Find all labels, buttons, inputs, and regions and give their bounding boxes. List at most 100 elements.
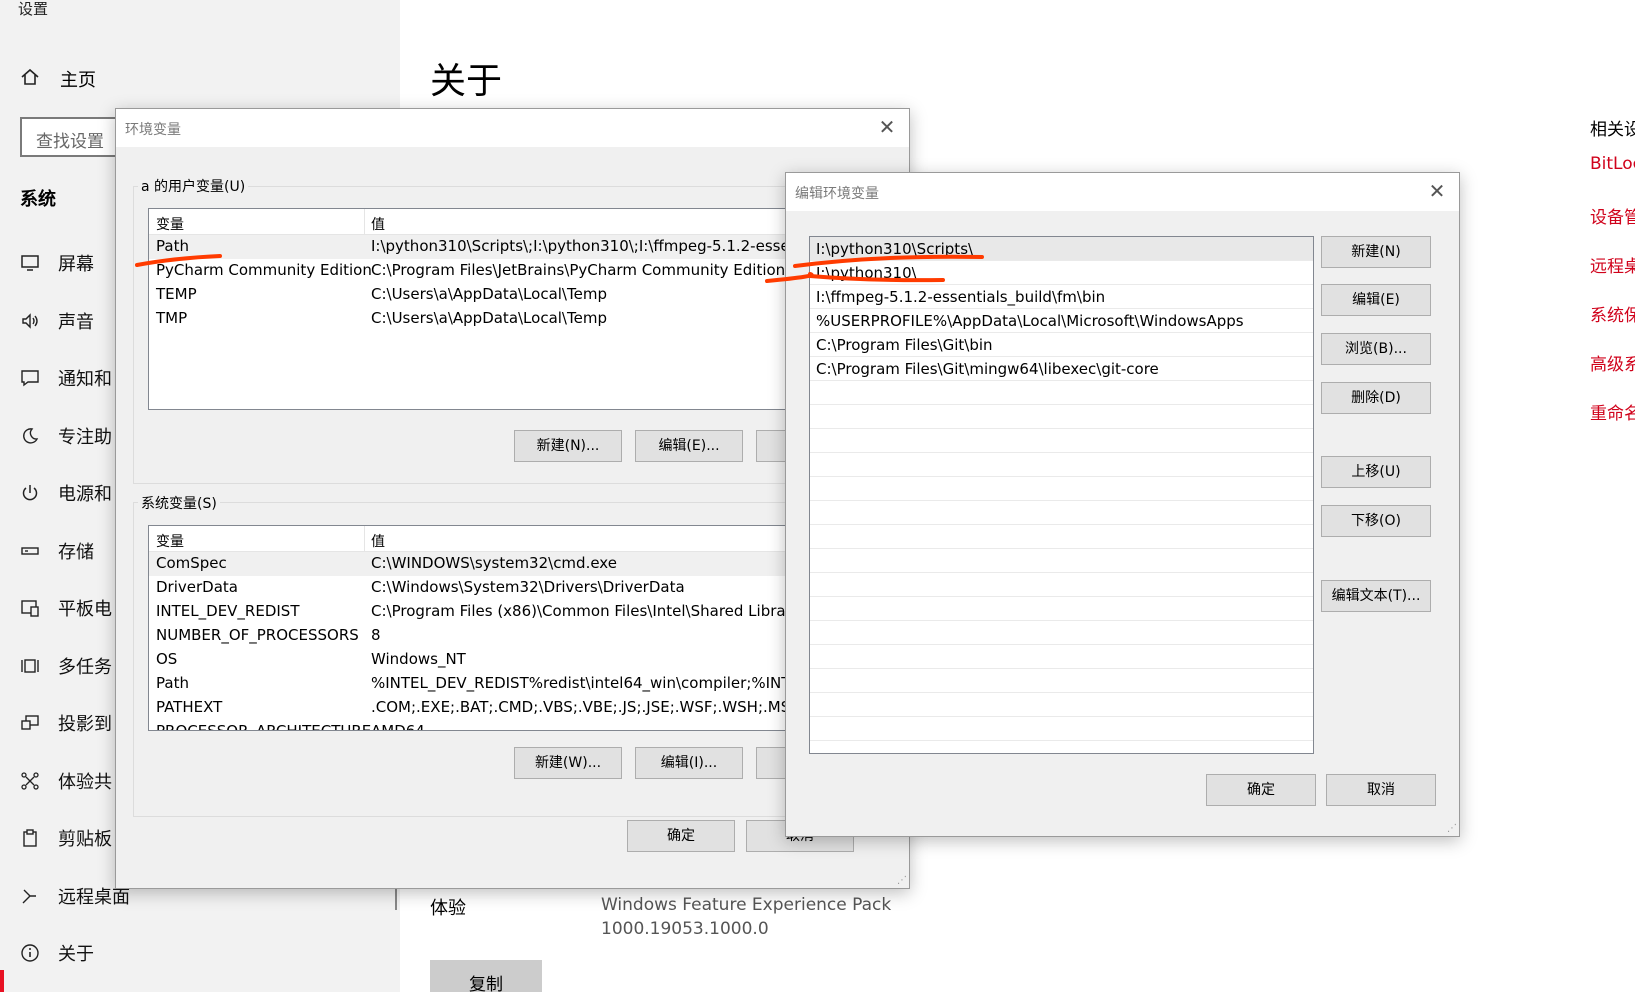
close-icon[interactable]: ✕: [1425, 179, 1449, 203]
path-edit-button[interactable]: 编辑(E): [1321, 284, 1431, 316]
resize-grip-icon[interactable]: ⋰: [1447, 823, 1457, 834]
var-name: DriverData: [156, 578, 238, 596]
var-value: 8: [371, 626, 381, 644]
col-value[interactable]: 值: [371, 214, 385, 234]
list-item[interactable]: I:\python310\: [810, 261, 1313, 285]
sidebar-item[interactable]: 多任务: [18, 653, 112, 679]
list-item[interactable]: I:\python310\Scripts\: [810, 237, 1313, 261]
col-variable[interactable]: 变量: [156, 531, 184, 551]
sidebar-item[interactable]: 专注助: [18, 423, 112, 449]
var-value: C:\Program Files (x86)\Common Files\Inte…: [371, 602, 796, 620]
experience-value-line1: Windows Feature Experience Pack: [601, 895, 892, 915]
system-edit-button[interactable]: 编辑(I)...: [635, 747, 743, 779]
active-indicator: [0, 970, 4, 992]
col-value[interactable]: 值: [371, 531, 385, 551]
related-link[interactable]: 高级系: [1590, 350, 1635, 399]
list-item[interactable]: [810, 717, 1313, 741]
section-title: 系统: [20, 189, 56, 210]
edit-cancel-button[interactable]: 取消: [1326, 774, 1436, 806]
list-item[interactable]: %USERPROFILE%\AppData\Local\Microsoft\Wi…: [810, 309, 1313, 333]
list-item[interactable]: [810, 693, 1313, 717]
list-item[interactable]: [810, 573, 1313, 597]
list-item[interactable]: [810, 669, 1313, 693]
sidebar-item[interactable]: 声音: [18, 308, 94, 334]
list-item[interactable]: C:\Program Files\Git\mingw64\libexec\git…: [810, 357, 1313, 381]
list-item[interactable]: [810, 405, 1313, 429]
related-settings: 相关设 BitLoc 设备管 远程桌 系统保 高级系 重命名: [1590, 115, 1635, 448]
var-value: C:\Windows\System32\Drivers\DriverData: [371, 578, 685, 596]
nav-home[interactable]: 主页: [20, 66, 96, 92]
list-item[interactable]: [810, 429, 1313, 453]
list-item[interactable]: [810, 477, 1313, 501]
list-item[interactable]: C:\Program Files\Git\bin: [810, 333, 1313, 357]
move-down-button[interactable]: 下移(O): [1321, 505, 1431, 537]
var-value: I:\python310\Scripts\;I:\python310\;I:\f…: [371, 237, 800, 255]
sidebar-item[interactable]: 远程桌面: [18, 883, 130, 909]
var-name: Path: [156, 674, 189, 692]
env-ok-button[interactable]: 确定: [627, 820, 735, 852]
multitask-icon: [18, 654, 42, 678]
related-link[interactable]: 设备管: [1590, 203, 1635, 252]
sidebar-item[interactable]: 电源和: [18, 480, 112, 506]
sidebar-item-label: 通知和: [58, 369, 112, 390]
path-delete-button[interactable]: 删除(D): [1321, 382, 1431, 414]
search-input[interactable]: 查找设置: [20, 117, 130, 157]
sidebar-item[interactable]: 屏幕: [18, 250, 94, 276]
list-item[interactable]: I:\ffmpeg-5.1.2-essentials_build\fm\bin: [810, 285, 1313, 309]
related-link[interactable]: 远程桌: [1590, 252, 1635, 301]
list-item[interactable]: [810, 381, 1313, 405]
list-item[interactable]: [810, 597, 1313, 621]
user-new-button[interactable]: 新建(N)...: [514, 430, 622, 462]
sidebar-item[interactable]: 剪贴板: [18, 825, 112, 851]
list-item[interactable]: [810, 501, 1313, 525]
sidebar-item[interactable]: 关于: [18, 940, 94, 966]
sidebar-item-label: 多任务: [58, 656, 112, 678]
resize-grip-icon[interactable]: ⋰: [897, 875, 907, 886]
tablet-icon: [18, 596, 42, 620]
edit-dialog-title: 编辑环境变量: [795, 186, 879, 202]
path-list[interactable]: I:\python310\Scripts\ I:\python310\ I:\ffm…: [809, 236, 1314, 754]
var-name: TEMP: [156, 285, 197, 303]
var-value: %INTEL_DEV_REDIST%redist\intel64_win\com…: [371, 674, 800, 692]
column-separator[interactable]: [364, 526, 365, 552]
move-up-button[interactable]: 上移(U): [1321, 456, 1431, 488]
sidebar-item[interactable]: 通知和: [18, 365, 112, 391]
info-icon: [18, 941, 42, 965]
list-item[interactable]: [810, 645, 1313, 669]
path-new-button[interactable]: 新建(N): [1321, 236, 1431, 268]
related-link[interactable]: 重命名: [1590, 399, 1635, 448]
column-separator[interactable]: [364, 209, 365, 235]
sidebar-item[interactable]: 存储: [18, 538, 94, 564]
edit-env-var-dialog: 编辑环境变量 ✕ I:\python310\Scripts\ I:\python3…: [785, 172, 1460, 837]
sidebar-item[interactable]: 体验共: [18, 768, 112, 794]
notification-icon: [18, 366, 42, 390]
user-edit-button[interactable]: 编辑(E)...: [635, 430, 743, 462]
home-icon: [20, 67, 40, 92]
list-item[interactable]: [810, 453, 1313, 477]
close-icon[interactable]: ✕: [875, 115, 899, 139]
path-browse-button[interactable]: 浏览(B)...: [1321, 333, 1431, 365]
var-name: PROCESSOR_ARCHITECTURE: [156, 722, 372, 731]
edit-dialog-titlebar[interactable]: 编辑环境变量 ✕: [786, 173, 1459, 211]
related-link[interactable]: BitLoc: [1590, 154, 1635, 203]
related-link[interactable]: 系统保: [1590, 301, 1635, 350]
app-title: 设置: [18, 0, 49, 18]
var-name: PATHEXT: [156, 698, 223, 716]
copy-button[interactable]: 复制: [430, 960, 542, 992]
share-icon: [18, 769, 42, 793]
env-dialog-titlebar[interactable]: 环境变量 ✕: [116, 109, 909, 147]
edit-ok-button[interactable]: 确定: [1206, 774, 1316, 806]
col-variable[interactable]: 变量: [156, 214, 184, 234]
var-value: AMD64: [371, 722, 425, 731]
sidebar-item-label: 剪贴板: [58, 829, 112, 850]
list-item[interactable]: [810, 525, 1313, 549]
list-item[interactable]: [810, 549, 1313, 573]
system-new-button[interactable]: 新建(W)...: [514, 747, 622, 779]
list-item[interactable]: [810, 621, 1313, 645]
sidebar-item[interactable]: 平板电: [18, 595, 112, 621]
var-name: INTEL_DEV_REDIST: [156, 602, 300, 620]
sidebar-item-label: 屏幕: [58, 254, 94, 275]
edit-text-button[interactable]: 编辑文本(T)...: [1321, 580, 1431, 612]
var-name: Path: [156, 237, 189, 255]
sidebar-item[interactable]: 投影到: [18, 710, 112, 736]
